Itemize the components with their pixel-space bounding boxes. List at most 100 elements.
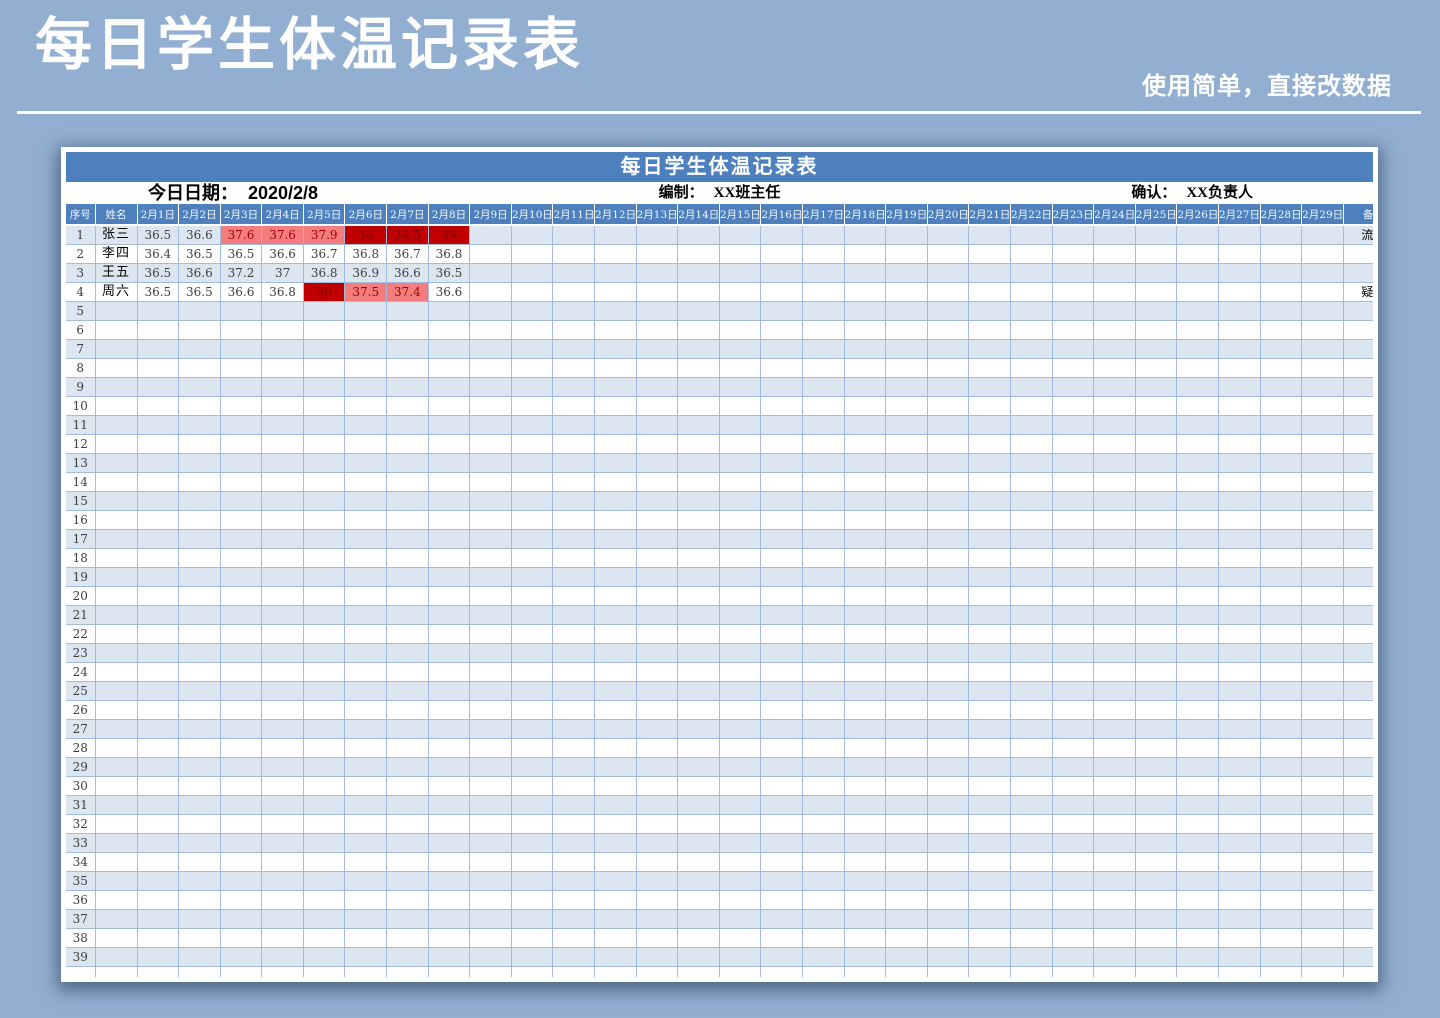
temp-cell[interactable] <box>719 359 761 378</box>
temp-cell[interactable] <box>387 435 429 454</box>
temp-cell[interactable] <box>678 302 720 321</box>
temp-cell[interactable] <box>969 948 1011 967</box>
temp-cell[interactable] <box>969 511 1011 530</box>
temp-cell[interactable] <box>803 815 845 834</box>
temp-cell[interactable] <box>470 587 512 606</box>
remark-cell[interactable] <box>1343 853 1373 872</box>
temp-cell[interactable] <box>179 777 221 796</box>
temp-cell[interactable] <box>179 606 221 625</box>
temp-cell[interactable] <box>428 321 470 340</box>
temp-cell[interactable] <box>1135 511 1177 530</box>
temp-cell[interactable]: 36.6 <box>387 264 429 283</box>
temp-cell[interactable] <box>428 891 470 910</box>
temp-cell[interactable] <box>1135 321 1177 340</box>
temp-cell[interactable] <box>1010 397 1052 416</box>
temp-cell[interactable] <box>927 378 969 397</box>
temp-cell[interactable] <box>1177 644 1219 663</box>
temp-cell[interactable] <box>595 663 637 682</box>
temp-cell[interactable] <box>803 739 845 758</box>
temp-cell[interactable] <box>678 587 720 606</box>
temp-cell[interactable] <box>886 777 928 796</box>
temp-cell[interactable] <box>803 568 845 587</box>
temp-cell[interactable] <box>595 473 637 492</box>
temp-cell[interactable] <box>678 948 720 967</box>
temp-cell[interactable] <box>1094 834 1136 853</box>
temp-cell[interactable] <box>428 454 470 473</box>
temp-cell[interactable] <box>553 340 595 359</box>
temp-cell[interactable] <box>1260 606 1302 625</box>
temp-cell[interactable] <box>844 549 886 568</box>
temp-cell[interactable] <box>511 435 553 454</box>
temp-cell[interactable] <box>719 302 761 321</box>
temp-cell[interactable] <box>1177 891 1219 910</box>
temp-cell[interactable] <box>803 473 845 492</box>
index-cell[interactable]: 20 <box>66 587 95 606</box>
temp-cell[interactable] <box>387 454 429 473</box>
temp-cell[interactable] <box>844 834 886 853</box>
temp-cell[interactable] <box>511 568 553 587</box>
temp-cell[interactable] <box>803 378 845 397</box>
temp-cell[interactable] <box>1010 701 1052 720</box>
temp-cell[interactable] <box>1010 644 1052 663</box>
temp-cell[interactable] <box>262 568 304 587</box>
temp-cell[interactable] <box>1052 853 1094 872</box>
temp-cell[interactable] <box>220 739 262 758</box>
remark-cell[interactable] <box>1343 321 1373 340</box>
temp-cell[interactable] <box>345 321 387 340</box>
name-cell[interactable]: 李四 <box>95 245 137 264</box>
temp-cell[interactable] <box>803 587 845 606</box>
temp-cell[interactable] <box>1052 587 1094 606</box>
temp-cell[interactable] <box>345 948 387 967</box>
temp-cell[interactable] <box>179 701 221 720</box>
temp-cell[interactable] <box>636 473 678 492</box>
temp-cell[interactable] <box>262 815 304 834</box>
temp-cell[interactable] <box>844 397 886 416</box>
temp-cell[interactable] <box>470 758 512 777</box>
temp-cell[interactable] <box>886 644 928 663</box>
temp-cell[interactable] <box>761 435 803 454</box>
temp-cell[interactable] <box>428 549 470 568</box>
temp-cell[interactable] <box>303 568 345 587</box>
temp-cell[interactable]: 36.5 <box>137 283 179 302</box>
temp-cell[interactable] <box>1302 302 1344 321</box>
temp-cell[interactable] <box>595 929 637 948</box>
temp-cell[interactable] <box>303 929 345 948</box>
temp-cell[interactable] <box>719 796 761 815</box>
temp-cell[interactable]: 37.5 <box>345 283 387 302</box>
name-cell[interactable] <box>95 549 137 568</box>
index-cell[interactable]: 28 <box>66 739 95 758</box>
temp-cell[interactable] <box>179 834 221 853</box>
temp-cell[interactable] <box>803 530 845 549</box>
temp-cell[interactable] <box>803 853 845 872</box>
temp-cell[interactable] <box>470 815 512 834</box>
temp-cell[interactable] <box>387 929 429 948</box>
temp-cell[interactable] <box>761 359 803 378</box>
temp-cell[interactable]: 36.6 <box>179 264 221 283</box>
temp-cell[interactable] <box>719 549 761 568</box>
temp-cell[interactable] <box>595 359 637 378</box>
temp-cell[interactable] <box>595 701 637 720</box>
temp-cell[interactable] <box>137 378 179 397</box>
temp-cell[interactable] <box>844 454 886 473</box>
temp-cell[interactable] <box>387 796 429 815</box>
temp-cell[interactable] <box>1094 758 1136 777</box>
name-cell[interactable] <box>95 853 137 872</box>
temp-cell[interactable] <box>1135 454 1177 473</box>
temp-cell[interactable] <box>844 225 886 245</box>
temp-cell[interactable] <box>595 454 637 473</box>
temp-cell[interactable] <box>969 872 1011 891</box>
index-cell[interactable]: 29 <box>66 758 95 777</box>
temp-cell[interactable] <box>303 720 345 739</box>
temp-cell[interactable] <box>844 511 886 530</box>
temp-cell[interactable] <box>636 283 678 302</box>
temp-cell[interactable] <box>927 853 969 872</box>
temp-cell[interactable] <box>137 568 179 587</box>
temp-cell[interactable] <box>262 701 304 720</box>
temp-cell[interactable] <box>137 321 179 340</box>
temp-cell[interactable] <box>1177 492 1219 511</box>
temp-cell[interactable] <box>553 910 595 929</box>
temp-cell[interactable]: 39 <box>428 225 470 245</box>
temp-cell[interactable] <box>719 777 761 796</box>
remark-cell[interactable] <box>1343 511 1373 530</box>
temp-cell[interactable] <box>719 739 761 758</box>
